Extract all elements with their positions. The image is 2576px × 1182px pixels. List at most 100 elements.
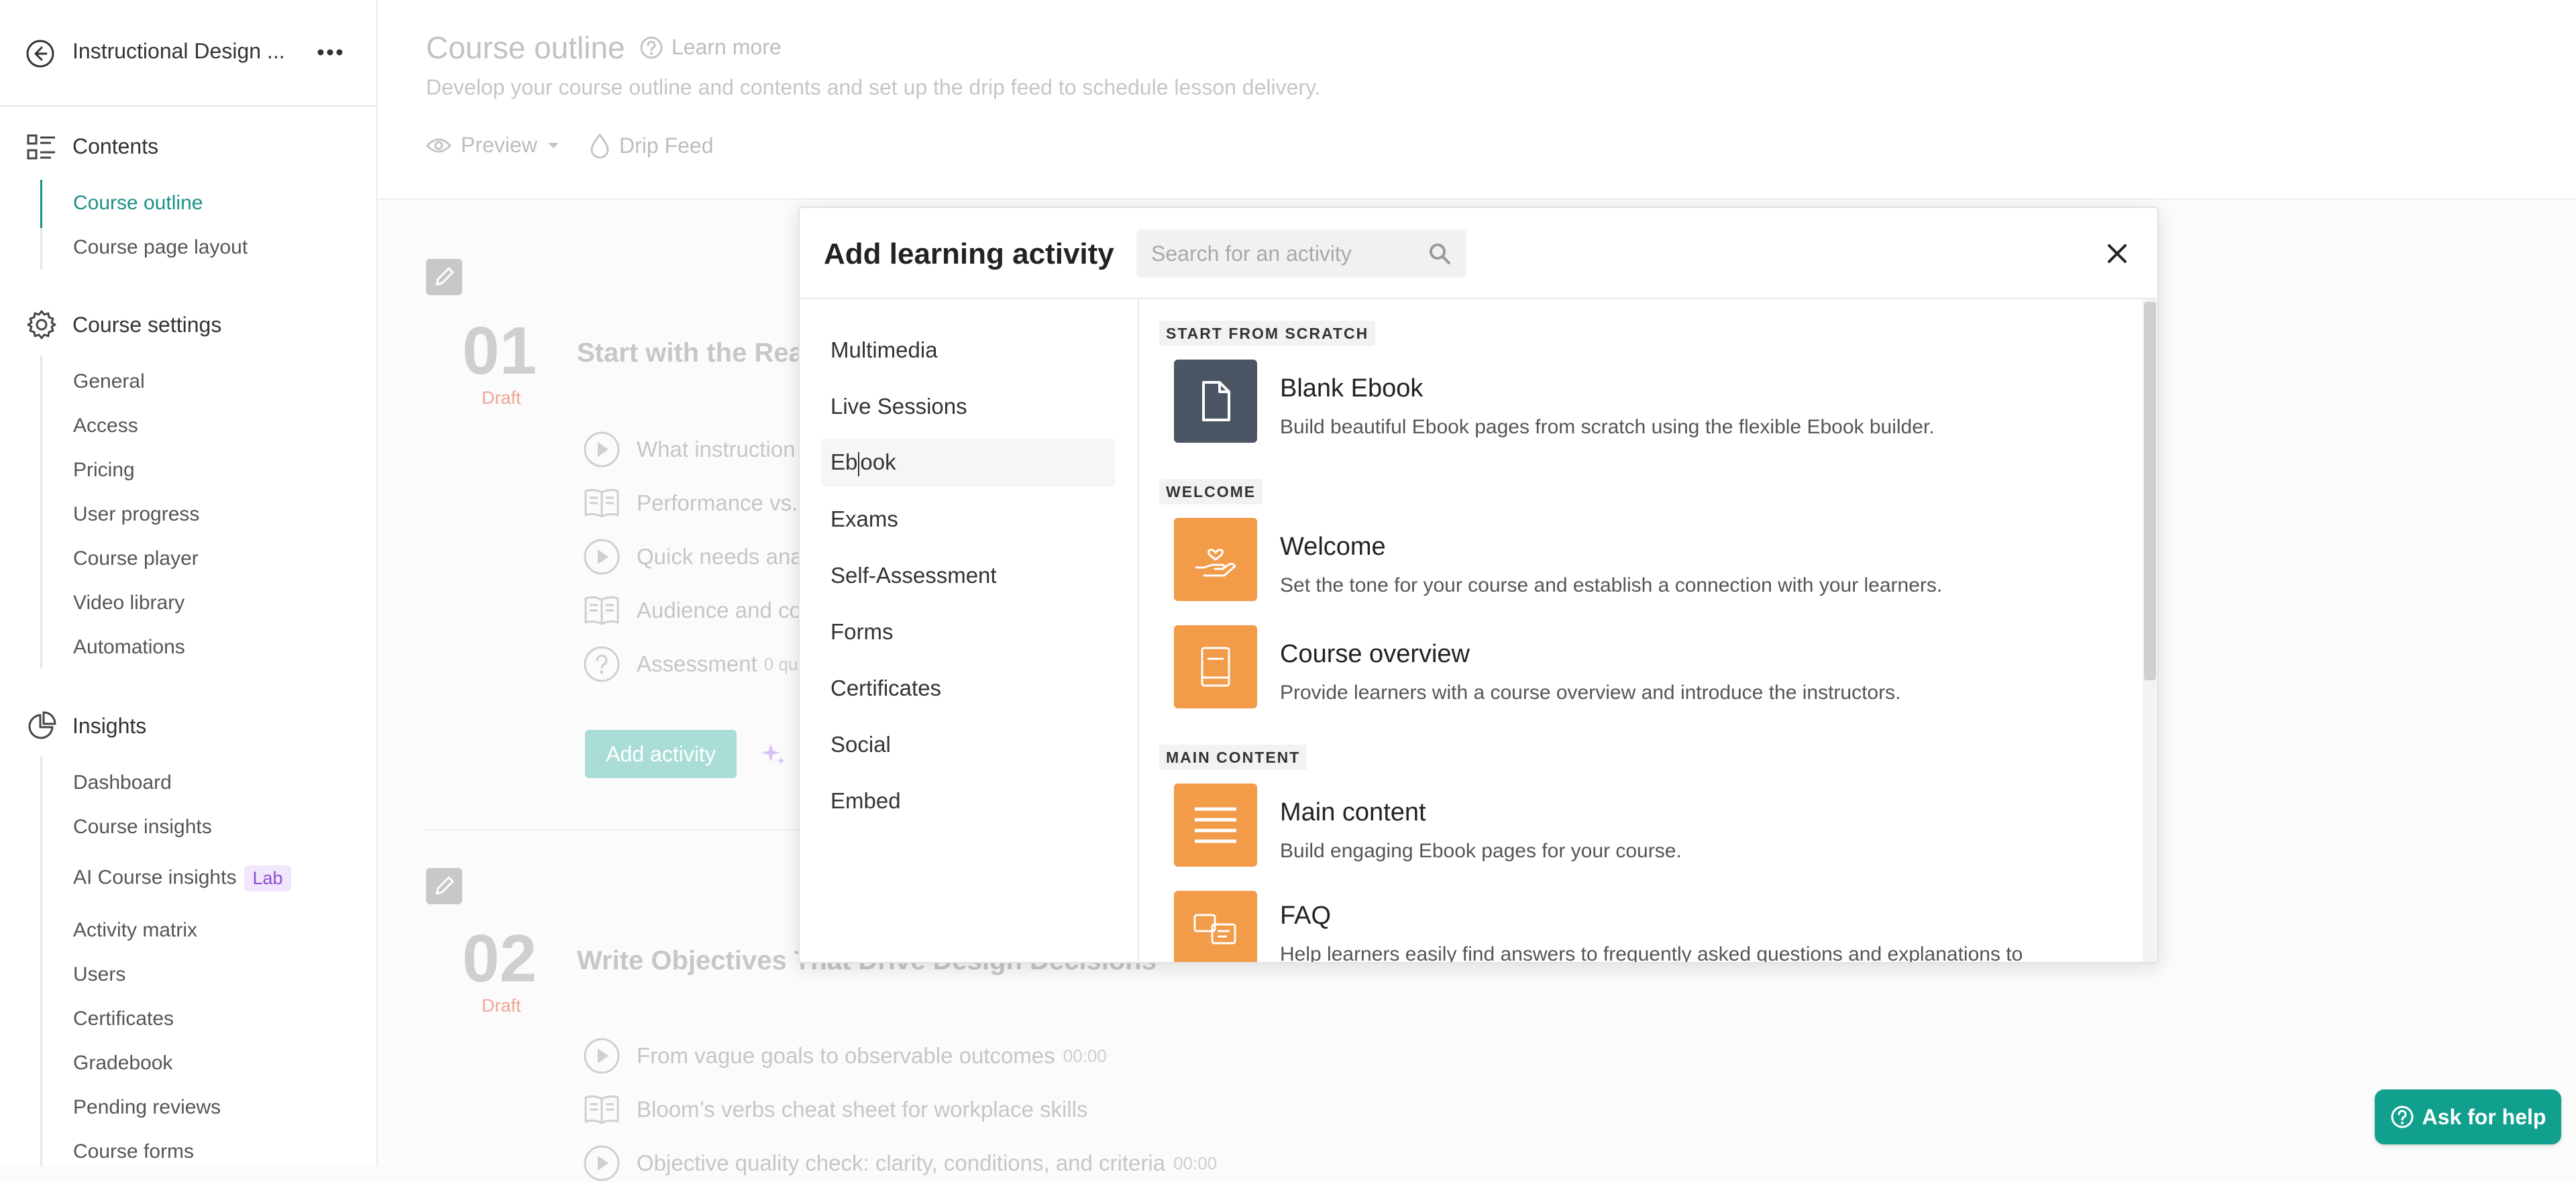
option-title[interactable]: Blank Ebook [1280,374,1423,403]
category-multimedia[interactable]: Multimedia [821,326,1115,374]
sidebar-item-video-library[interactable]: Video library [73,592,184,614]
close-icon[interactable] [2104,240,2131,267]
page-title: Course outline [426,30,625,65]
edit-icon[interactable] [426,868,462,904]
sidebar-item-ai-course-insights[interactable]: AI Course insights Lab [73,865,291,892]
sidebar-item-course-forms[interactable]: Course forms [73,1140,194,1163]
activity-label: Audience and co [637,598,802,623]
text-cursor [858,451,860,476]
question-icon [583,645,621,683]
category-social[interactable]: Social [821,720,1115,769]
activity-row[interactable]: Objective quality check: clarity, condit… [583,1144,1217,1182]
play-icon [583,1144,621,1182]
activity-label: What instruction [637,437,796,462]
faq-icon[interactable] [1174,891,1257,962]
sparkle-icon[interactable] [760,741,787,767]
option-description: Build beautiful Ebook pages from scratch… [1280,416,1935,438]
add-activity-button[interactable]: Add activity [585,730,737,778]
sidebar-item-pricing[interactable]: Pricing [73,459,135,482]
document-icon[interactable] [1174,360,1257,443]
option-description: Set the tone for your course and establi… [1280,574,1943,596]
sidebar-item-gradebook[interactable]: Gradebook [73,1052,172,1075]
activity-label: Objective quality check: clarity, condit… [637,1150,1166,1175]
activity-row[interactable]: Bloom’s verbs cheat sheet for workplace … [583,1091,1088,1128]
drip-feed-button[interactable]: Drip Feed [590,133,714,158]
search-input[interactable] [1136,229,1466,278]
sidebar-item-activity-matrix[interactable]: Activity matrix [73,919,197,942]
sidebar-item-access[interactable]: Access [73,415,138,437]
book-icon [583,1091,621,1128]
play-icon [583,1037,621,1075]
activity-duration: 00:00 [1063,1045,1107,1066]
activity-row[interactable]: Performance vs. [583,484,798,522]
search-icon[interactable] [1428,241,1452,266]
sidebar-item-course-insights[interactable]: Course insights [73,816,212,839]
section-line [40,228,42,270]
eye-icon [426,136,451,155]
option-description: Build engaging Ebook pages for your cour… [1280,840,1682,862]
activity-row[interactable]: From vague goals to observable outcomes … [583,1037,1107,1075]
edit-icon[interactable] [426,259,462,295]
lesson-title[interactable]: Start with the Rea [577,338,804,368]
section-line [40,757,42,1166]
section-label: MAIN CONTENT [1159,745,1307,770]
gear-icon [25,309,58,341]
sidebar-item-course-outline[interactable]: Course outline [73,192,203,215]
play-icon [583,431,621,468]
activity-row[interactable]: Assessment 0 qu [583,645,798,683]
sidebar-section-insights[interactable]: Insights [72,714,146,739]
back-arrow-icon[interactable] [25,39,55,68]
status-badge: Draft [482,996,521,1016]
pie-chart-icon [25,710,58,742]
scrollbar-thumb[interactable] [2144,302,2156,680]
learn-more-label: Learn more [672,35,782,59]
sidebar-item-dashboard[interactable]: Dashboard [73,771,172,794]
add-activity-modal: Add learning activity Multimedia Live Se… [798,207,2159,963]
book-icon [583,484,621,522]
section-line [40,356,42,668]
sidebar-item-course-page-layout[interactable]: Course page layout [73,236,248,259]
lines-icon[interactable] [1174,784,1257,867]
category-live-sessions[interactable]: Live Sessions [821,382,1115,431]
book-icon[interactable] [1174,625,1257,708]
sidebar-item-users[interactable]: Users [73,963,125,986]
activity-row[interactable]: Quick needs ana [583,538,803,576]
option-description: Help learners easily find answers to fre… [1280,943,2023,962]
modal-title: Add learning activity [824,237,1114,270]
sidebar-section-course-settings[interactable]: Course settings [72,313,221,337]
help-circle-icon [2390,1105,2414,1129]
sidebar: Instructional Design ... Contents Course… [0,0,378,1166]
activity-row[interactable]: What instruction [583,431,796,468]
sidebar-section-contents[interactable]: Contents [72,134,158,159]
lesson-number: 01 [462,313,537,388]
sidebar-item-user-progress[interactable]: User progress [73,503,199,526]
category-embed[interactable]: Embed [821,777,1115,825]
option-title[interactable]: Main content [1280,798,1426,827]
option-title[interactable]: FAQ [1280,902,1331,930]
sidebar-item-certificates[interactable]: Certificates [73,1008,174,1030]
category-exams[interactable]: Exams [821,495,1115,543]
category-ebook[interactable]: Eb ook [821,439,1115,487]
learn-more-link[interactable]: Learn more [639,35,782,60]
sidebar-item-course-player[interactable]: Course player [73,547,199,570]
option-title[interactable]: Welcome [1280,533,1386,561]
course-title: Instructional Design ... [72,39,285,63]
hand-heart-icon[interactable] [1174,518,1257,601]
category-self-assessment[interactable]: Self-Assessment [821,551,1115,600]
sidebar-item-general[interactable]: General [73,370,145,393]
activity-row[interactable]: Audience and co [583,592,802,629]
more-options-icon[interactable] [317,44,343,60]
preview-button[interactable]: Preview [426,133,560,158]
option-title[interactable]: Course overview [1280,640,1470,669]
section-label: WELCOME [1159,479,1263,504]
category-forms[interactable]: Forms [821,608,1115,656]
active-indicator [40,180,42,228]
drop-icon [590,133,610,158]
ask-for-help-button[interactable]: Ask for help [2375,1089,2561,1144]
category-certificates[interactable]: Certificates [821,664,1115,712]
sidebar-item-automations[interactable]: Automations [73,636,185,659]
activity-label: Performance vs. [637,490,798,515]
sidebar-item-pending-reviews[interactable]: Pending reviews [73,1096,221,1119]
section-label: START FROM SCRATCH [1159,321,1376,346]
help-circle-icon [639,36,663,60]
